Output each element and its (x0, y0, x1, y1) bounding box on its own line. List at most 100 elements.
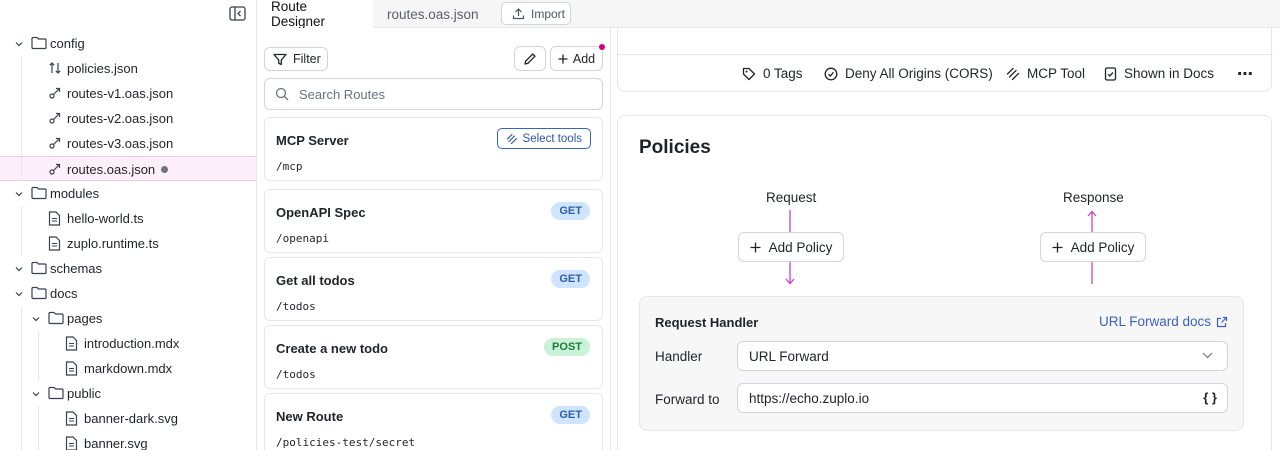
more-glyph: ⋯ (1237, 66, 1253, 83)
route-card[interactable]: OpenAPI Spec/openapi GET (264, 189, 603, 253)
tree-item-label: introduction.mdx (84, 336, 180, 351)
tree-folder[interactable]: pages (0, 306, 256, 331)
tree-file[interactable]: hello-world.ts (0, 206, 256, 231)
request-handler-box: Request Handler URL Forward docs Handler… (639, 296, 1244, 431)
forward-to-input[interactable] (749, 390, 1179, 406)
response-arrow-up-icon (1087, 210, 1097, 234)
route-file-icon (48, 136, 64, 152)
chevron-down-icon[interactable] (31, 389, 41, 399)
route-card[interactable]: Create a new todo/todos POST (264, 325, 603, 389)
edit-button[interactable] (514, 46, 546, 71)
url-forward-docs-link[interactable]: URL Forward docs (1099, 314, 1228, 329)
tree-folder[interactable]: schemas (0, 256, 256, 281)
tree-file[interactable]: zuplo.runtime.ts (0, 231, 256, 256)
tree-item-label: pages (67, 311, 103, 326)
tree-file[interactable]: routes-v1.oas.json (0, 81, 256, 106)
route-card[interactable]: Get all todos/todos GET (264, 257, 603, 321)
divider (618, 54, 1273, 55)
tree-indent-guide (21, 56, 22, 181)
tab-routes-oas-json[interactable]: routes.oas.json (373, 0, 493, 28)
tree-folder[interactable]: config (0, 31, 256, 56)
cors-label: Deny All Origins (CORS) (845, 66, 993, 81)
tree-item-label: banner.svg (84, 436, 148, 450)
route-path: /todos (276, 368, 316, 381)
tree-folder[interactable]: docs (0, 281, 256, 306)
collapse-sidebar-icon[interactable] (229, 6, 246, 21)
plus-icon (1052, 242, 1071, 253)
tree-file[interactable]: policies.json (0, 56, 256, 81)
notification-dot (599, 44, 605, 50)
file-icon (48, 211, 64, 227)
cors-button[interactable]: Deny All Origins (CORS) (824, 66, 993, 81)
tree-item-label: routes-v3.oas.json (67, 136, 174, 151)
folder-icon (31, 186, 47, 202)
policies-file-icon (48, 61, 64, 77)
unsaved-indicator (161, 166, 169, 174)
tree-file[interactable]: routes-v2.oas.json (0, 106, 256, 131)
search-input[interactable] (299, 86, 579, 102)
import-button[interactable]: Import (501, 2, 571, 25)
add-policy-label: Add Policy (1070, 239, 1135, 255)
tree-item-label: modules (50, 186, 100, 201)
tree-file[interactable]: routes.oas.json (0, 156, 256, 181)
tree-indent-guide (38, 331, 39, 381)
tree-indent-guide (21, 206, 22, 256)
forward-to-field[interactable]: { } (737, 383, 1228, 413)
handler-select[interactable]: URL Forward (737, 341, 1228, 371)
route-detail: 0 Tags Deny All Origins (CORS) MCP Tool … (611, 28, 1280, 450)
plus-icon (750, 242, 769, 253)
route-file-icon (48, 162, 64, 178)
tree-item-label: routes.oas.json (67, 162, 169, 177)
forward-to-label: Forward to (655, 392, 720, 407)
add-request-policy-button[interactable]: Add Policy (738, 232, 844, 262)
add-policy-label: Add Policy (768, 239, 833, 255)
route-card[interactable]: New Route/policies-test/secret GET (264, 393, 603, 450)
tree-item-label: routes-v1.oas.json (67, 86, 174, 101)
filter-button[interactable]: Filter (264, 47, 328, 71)
request-handler-title: Request Handler (655, 315, 759, 330)
tag-icon (742, 67, 763, 81)
chevron-down-icon[interactable] (14, 39, 24, 49)
search-routes[interactable] (264, 78, 603, 110)
route-file-icon (48, 86, 64, 102)
filter-icon (273, 53, 293, 66)
routes-panel: Filter Add MCP Server /mcp Select tools … (257, 28, 611, 450)
tree-item-label: routes-v2.oas.json (67, 111, 174, 126)
tree-folder[interactable]: public (0, 381, 256, 406)
filter-label: Filter (293, 52, 321, 66)
route-path: /openapi (276, 232, 329, 245)
add-route-button[interactable]: Add (550, 46, 603, 71)
folder-icon (48, 311, 64, 327)
tags-button[interactable]: 0 Tags (742, 66, 803, 81)
route-name: OpenAPI Spec (276, 205, 366, 220)
file-icon (65, 336, 81, 352)
expression-braces-button[interactable]: { } (1203, 390, 1217, 405)
add-response-policy-button[interactable]: Add Policy (1040, 232, 1146, 262)
handler-label: Handler (655, 349, 703, 364)
pencil-icon (523, 52, 537, 66)
more-options-icon[interactable]: ⋯ (1235, 64, 1255, 84)
shown-in-docs-button[interactable]: Shown in Docs (1104, 66, 1214, 81)
route-path: /policies-test/secret (276, 436, 416, 449)
mcp-tool-button[interactable]: MCP Tool (1006, 66, 1085, 81)
tree-item-label: markdown.mdx (84, 361, 173, 376)
select-tools-button[interactable]: Select tools (496, 128, 591, 149)
route-path: /mcp (276, 160, 303, 173)
route-card-mcp-server[interactable]: MCP Server /mcp Select tools (264, 117, 603, 181)
tab-bar: Route Designer routes.oas.json Import (257, 0, 1280, 29)
docs-link-label: URL Forward docs (1098, 314, 1211, 329)
file-explorer: config policies.json routes-v1.oas.json rou… (0, 0, 257, 450)
tree-file[interactable]: routes-v3.oas.json (0, 131, 256, 156)
file-icon (65, 361, 81, 377)
file-icon (65, 411, 81, 427)
select-tools-label: Select tools (522, 132, 582, 145)
tab-route-designer[interactable]: Route Designer (257, 0, 373, 29)
chevron-down-icon[interactable] (31, 314, 41, 324)
tags-label: 0 Tags (763, 66, 803, 81)
route-path: /todos (276, 300, 316, 313)
chevron-down-icon[interactable] (14, 189, 24, 199)
tree-folder[interactable]: modules (0, 181, 256, 206)
chevron-down-icon[interactable] (14, 289, 24, 299)
chevron-down-icon[interactable] (14, 264, 24, 274)
route-file-icon (48, 111, 64, 127)
